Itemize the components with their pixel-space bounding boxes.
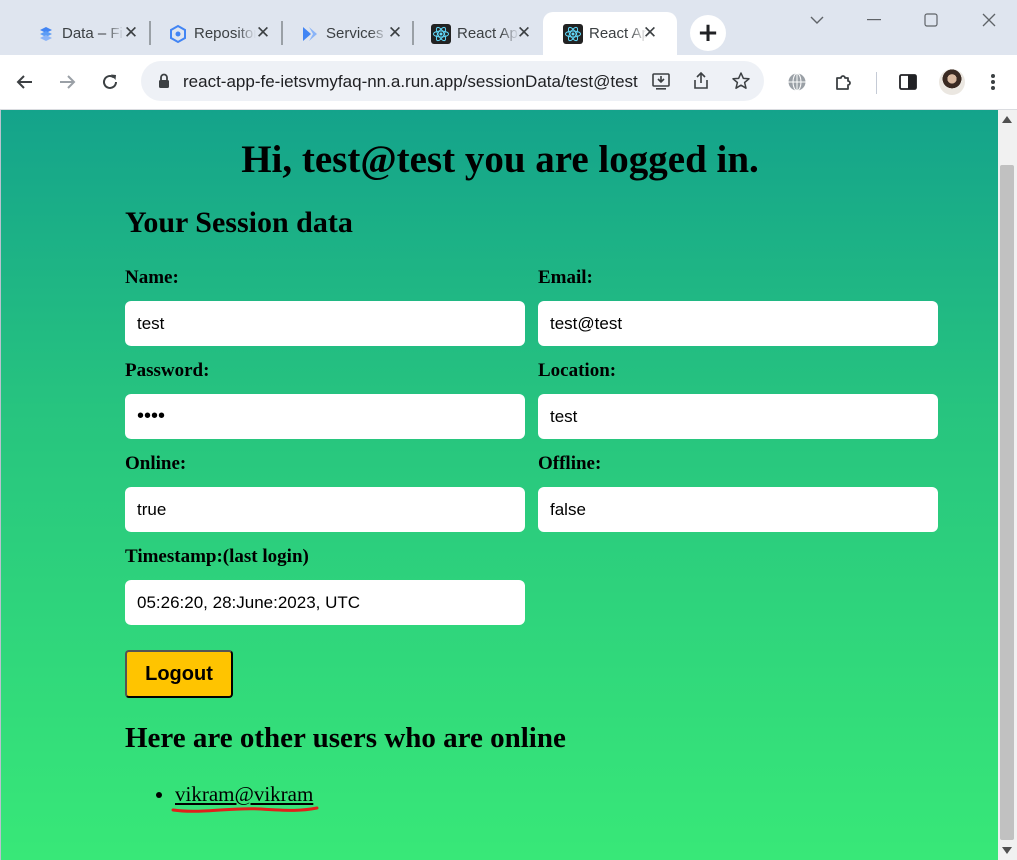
tab-title: React App [457,25,519,42]
offline-field[interactable]: false [538,487,938,532]
tab-close-icon[interactable]: ✕ [122,24,140,42]
browser-toolbar: react-app-fe-ietsvmyfaq-nn.a.run.app/ses… [0,55,1017,110]
maximize-icon[interactable] [917,8,945,32]
location-label: Location: [538,360,617,381]
tab-title: React App [589,25,647,42]
artifact-registry-icon [168,24,188,44]
url-text[interactable]: react-app-fe-ietsvmyfaq-nn.a.run.app/ses… [183,72,638,92]
online-field[interactable]: true [125,487,525,532]
tab-services[interactable]: Services ✕ [292,12,410,55]
toolbar-divider [876,72,877,94]
tab-close-icon[interactable]: ✕ [641,24,659,42]
vertical-scrollbar[interactable] [998,110,1017,860]
email-field[interactable]: test@test [538,301,938,346]
firestore-icon [36,24,56,44]
page-viewport: Hi, test@test you are logged in. Your Se… [0,110,998,860]
offline-label: Offline: [538,453,602,474]
bookmark-star-icon[interactable] [730,70,752,92]
minimize-icon[interactable] [860,8,888,32]
scroll-up-icon[interactable] [1002,116,1012,123]
forward-arrow-icon[interactable] [54,69,80,95]
password-field[interactable]: •••• [125,394,525,439]
tab-firestore[interactable]: Data – Firestore ✕ [28,12,146,55]
red-underline-annotation [171,806,319,813]
online-users-heading: Here are other users who are online [125,722,566,754]
cloud-run-icon [300,24,320,44]
tab-strip: Data – Firestore ✕ Repositories ✕ Servic… [0,0,1017,55]
tab-close-icon[interactable]: ✕ [254,24,272,42]
logout-button[interactable]: Logout [125,650,233,698]
tab-separator [281,21,283,45]
tab-separator [412,21,414,45]
tab-close-icon[interactable]: ✕ [515,24,533,42]
greeting-heading: Hi, test@test you are logged in. [241,138,759,181]
name-label: Name: [125,267,179,288]
session-data-heading: Your Session data [125,206,353,239]
location-field[interactable]: test [538,394,938,439]
online-label: Online: [125,453,187,474]
back-arrow-icon[interactable] [12,69,38,95]
close-window-icon[interactable] [975,8,1003,32]
tab-separator [149,21,151,45]
scroll-down-icon[interactable] [1002,847,1012,854]
password-label: Password: [125,360,210,381]
more-menu-icon[interactable] [980,69,1006,95]
tab-title: Services [326,25,384,42]
address-bar[interactable]: react-app-fe-ietsvmyfaq-nn.a.run.app/ses… [141,61,764,101]
tab-react-app-active[interactable]: React App ✕ [543,12,677,55]
reload-icon[interactable] [97,69,123,95]
online-user-link[interactable]: vikram@vikram [175,782,313,806]
react-icon [563,24,583,44]
new-tab-button[interactable]: + [690,15,726,51]
tab-title: Data – Firestore [62,25,124,42]
tab-title: Repositories [194,25,256,42]
timestamp-label: Timestamp:(last login) [125,546,309,567]
react-icon [431,24,451,44]
tab-search-chevron-icon[interactable] [803,8,831,32]
timestamp-field[interactable]: 05:26:20, 28:June:2023, UTC [125,580,525,625]
name-field[interactable]: test [125,301,525,346]
lock-icon[interactable] [155,72,173,90]
scrollbar-thumb[interactable] [1000,165,1014,840]
tab-repositories[interactable]: Repositories ✕ [160,12,278,55]
tab-close-icon[interactable]: ✕ [386,24,404,42]
profile-avatar[interactable] [939,69,965,95]
install-app-icon[interactable] [650,70,672,92]
globe-extension-icon[interactable] [784,69,810,95]
share-icon[interactable] [690,70,712,92]
side-panel-icon[interactable] [895,69,921,95]
extensions-puzzle-icon[interactable] [830,69,856,95]
email-label: Email: [538,267,593,288]
tab-react-app[interactable]: React App ✕ [423,12,539,55]
